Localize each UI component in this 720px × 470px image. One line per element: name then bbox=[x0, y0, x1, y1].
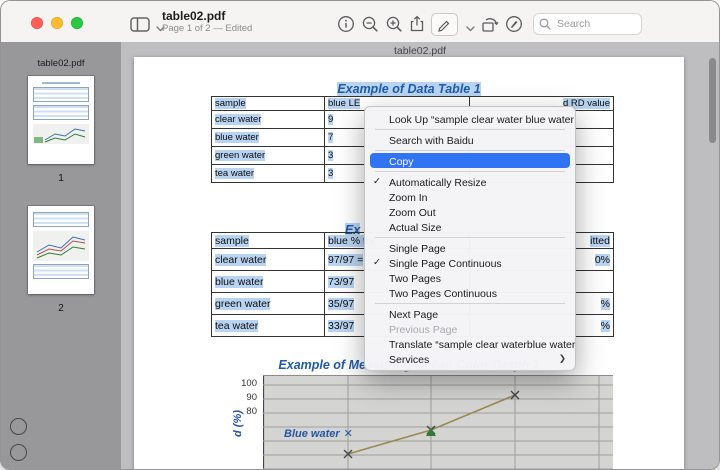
sidebar-toggle-button[interactable] bbox=[129, 14, 151, 34]
menu-item-single-page[interactable]: Single Page bbox=[365, 240, 575, 255]
menu-item-zoom-out[interactable]: Zoom Out bbox=[365, 204, 575, 219]
submenu-arrow-icon: ❯ bbox=[558, 353, 566, 363]
search-field[interactable] bbox=[533, 13, 642, 35]
info-icon bbox=[338, 16, 354, 32]
zoom-in-icon bbox=[386, 16, 402, 32]
sidebar-icon bbox=[130, 16, 150, 32]
menu-item-search-with-baidu[interactable]: Search with Baidu bbox=[365, 132, 575, 147]
thumbnail-label-1: 1 bbox=[58, 173, 64, 184]
thumbnail-mini-table bbox=[33, 264, 89, 279]
document-proxy-title: table02.pdf bbox=[394, 45, 446, 57]
window-title: table02.pdf bbox=[162, 9, 226, 23]
table-cell: sample bbox=[211, 232, 325, 249]
zoom-in-button[interactable] bbox=[383, 14, 405, 34]
fullscreen-button[interactable] bbox=[71, 17, 83, 29]
chevron-down-icon bbox=[465, 26, 475, 32]
search-input[interactable] bbox=[555, 17, 629, 31]
thumbnail-mini-table bbox=[33, 105, 89, 120]
sidebar: table02.pdf 1 2 bbox=[1, 42, 122, 469]
table-cell: green water bbox=[211, 146, 325, 165]
close-button[interactable] bbox=[31, 17, 43, 29]
zoom-out-button[interactable] bbox=[359, 14, 381, 34]
menu-item-previous-page: Previous Page bbox=[389, 324, 458, 336]
menu-separator bbox=[375, 170, 565, 172]
sidebar-bottom-button-2[interactable] bbox=[10, 444, 27, 461]
doc-heading-1: Example of Data Table 1 bbox=[337, 82, 481, 96]
vertical-scrollbar[interactable] bbox=[709, 58, 716, 143]
table-cell: clear water bbox=[211, 248, 325, 271]
menu-item-services[interactable]: Services ❯ bbox=[365, 351, 575, 366]
graph-canvas bbox=[262, 376, 613, 469]
thumbnail-mini-table bbox=[33, 87, 89, 102]
x-marker-icon: ✕ bbox=[343, 428, 353, 440]
menu-item-single-page-continuous[interactable]: ✓ Single Page Continuous bbox=[365, 255, 575, 270]
context-menu: Look Up “sample clear water blue water…”… bbox=[364, 106, 576, 371]
minimize-button[interactable] bbox=[51, 17, 63, 29]
markup-toolbar-button[interactable] bbox=[503, 14, 525, 34]
pencil-icon bbox=[438, 20, 450, 32]
info-button[interactable] bbox=[335, 14, 357, 34]
page-thumbnail-2[interactable] bbox=[28, 206, 94, 294]
markup-pencil-button[interactable] bbox=[431, 13, 458, 36]
menu-separator bbox=[375, 149, 565, 151]
menu-item-two-pages[interactable]: Two Pages bbox=[365, 270, 575, 285]
menu-item-translate[interactable]: Translate “sample clear waterblue water…… bbox=[365, 336, 575, 351]
sidebar-file-name: table02.pdf bbox=[37, 58, 85, 69]
rotate-button[interactable] bbox=[479, 14, 501, 34]
rotate-icon bbox=[482, 18, 499, 32]
checkmark-icon: ✓ bbox=[373, 257, 381, 268]
preview-window: table02.pdf Page 1 of 2 — Edited Search … bbox=[0, 0, 720, 470]
table-cell: sample bbox=[211, 96, 325, 111]
page-thumbnail-1[interactable] bbox=[28, 76, 94, 164]
title-block: table02.pdf Page 1 of 2 — Edited bbox=[162, 10, 252, 35]
thumbnail-mini-chart bbox=[33, 231, 89, 261]
table-cell: tea water bbox=[211, 164, 325, 183]
menu-item-automatically-resize[interactable]: ✓ Automatically Resize bbox=[365, 174, 575, 189]
menu-item-look-up[interactable]: Look Up “sample clear water blue water…” bbox=[365, 111, 575, 126]
menu-separator bbox=[375, 302, 565, 304]
share-button[interactable] bbox=[406, 14, 428, 34]
traffic-lights bbox=[31, 17, 83, 29]
checkmark-icon: ✓ bbox=[373, 176, 381, 187]
thumbnail-mini-chart bbox=[33, 124, 89, 144]
thumbnail-mini-table bbox=[33, 212, 89, 227]
menu-item-two-pages-continuous[interactable]: Two Pages Continuous bbox=[365, 285, 575, 300]
markup-menu-chevron[interactable] bbox=[459, 19, 481, 39]
menu-separator bbox=[375, 128, 565, 130]
menu-item-copy[interactable]: Copy bbox=[370, 153, 570, 168]
titlebar: table02.pdf Page 1 of 2 — Edited bbox=[1, 1, 719, 43]
y-axis-tick: 90 bbox=[246, 392, 257, 403]
table-cell: blue water bbox=[211, 270, 325, 293]
series-label: Blue water ✕ bbox=[284, 428, 353, 440]
thumbnail-decoration bbox=[41, 82, 81, 84]
menu-item-next-page[interactable]: Next Page bbox=[365, 306, 575, 321]
menu-item-zoom-in[interactable]: Zoom In bbox=[365, 189, 575, 204]
share-icon bbox=[410, 15, 424, 32]
y-axis-label-fragment: d (%) bbox=[232, 410, 244, 437]
menu-separator bbox=[375, 236, 565, 238]
sidebar-bottom-button-1[interactable] bbox=[10, 418, 27, 435]
table-cell: green water bbox=[211, 292, 325, 315]
table-cell: blue water bbox=[211, 128, 325, 147]
thumbnail-label-2: 2 bbox=[58, 303, 64, 314]
search-icon bbox=[539, 18, 551, 30]
markup-circle-icon bbox=[506, 16, 522, 32]
zoom-out-icon bbox=[362, 16, 378, 32]
page-status: Page 1 of 2 — Edited bbox=[162, 23, 253, 34]
table-cell: clear water bbox=[211, 110, 325, 129]
table-cell: tea water bbox=[211, 314, 325, 337]
graph-plot-area bbox=[262, 375, 613, 469]
y-axis-tick: 100 bbox=[241, 378, 257, 389]
menu-item-actual-size[interactable]: Actual Size bbox=[365, 219, 575, 234]
